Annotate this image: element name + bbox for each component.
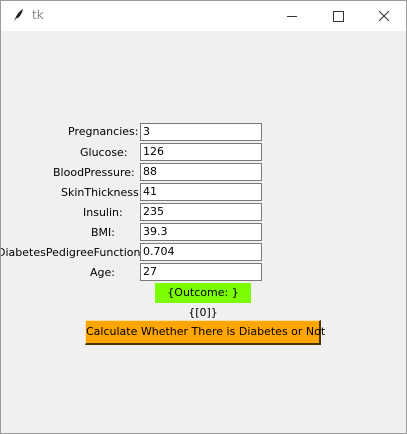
blood-pressure-label: BloodPressure: — [53, 166, 135, 179]
age-label: Age: — [90, 266, 115, 279]
minimize-button[interactable] — [269, 1, 315, 31]
close-icon — [378, 10, 390, 22]
diabetes-pedigree-input[interactable]: 0.704 — [140, 243, 262, 261]
pregnancies-label: Pregnancies: — [68, 125, 139, 138]
window-title: tk — [32, 8, 44, 22]
app-window: tk Pregnancies: Glucose: BloodPressure: … — [0, 0, 407, 434]
outcome-result: {Outcome: } {[0]} — [155, 283, 251, 319]
title-bar[interactable]: tk — [1, 1, 406, 31]
blood-pressure-input[interactable]: 88 — [140, 163, 262, 181]
diabetes-pedigree-label: DiabetesPedigreeFunction: — [0, 246, 145, 259]
maximize-button[interactable] — [315, 1, 361, 31]
calculate-button[interactable]: Calculate Whether There is Diabetes or N… — [85, 320, 325, 345]
insulin-input[interactable]: 235 — [140, 203, 262, 221]
age-input[interactable]: 27 — [140, 263, 262, 281]
pregnancies-input[interactable]: 3 — [140, 123, 262, 141]
bmi-label: BMI: — [91, 226, 115, 239]
glucose-label: Glucose: — [80, 146, 128, 159]
maximize-icon — [333, 11, 344, 22]
close-button[interactable] — [361, 1, 406, 31]
feather-icon — [11, 8, 25, 24]
glucose-input[interactable]: 126 — [140, 143, 262, 161]
insulin-label: Insulin: — [83, 206, 123, 219]
bmi-input[interactable]: 39.3 — [140, 223, 262, 241]
minimize-icon — [287, 16, 297, 17]
skin-thickness-input[interactable]: 41 — [140, 183, 262, 201]
skin-thickness-label: SkinThickness: — [61, 186, 143, 199]
